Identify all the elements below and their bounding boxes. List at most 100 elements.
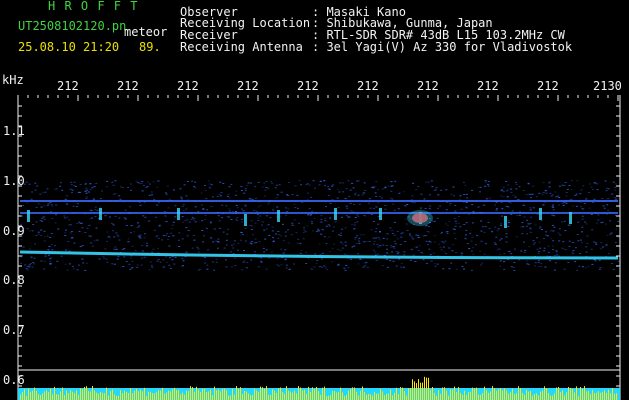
noise-speckle bbox=[451, 250, 454, 252]
level-bar bbox=[100, 392, 101, 400]
noise-speckle bbox=[37, 233, 40, 235]
noise-speckle bbox=[218, 193, 221, 195]
noise-speckle bbox=[527, 223, 530, 225]
noise-speckle bbox=[392, 203, 395, 205]
noise-speckle bbox=[267, 223, 270, 225]
noise-speckle bbox=[265, 228, 268, 230]
noise-speckle bbox=[89, 189, 92, 191]
noise-speckle bbox=[254, 251, 256, 253]
noise-speckle bbox=[39, 193, 42, 195]
noise-speckle bbox=[391, 233, 394, 235]
noise-speckle bbox=[495, 208, 498, 210]
noise-speckle bbox=[445, 189, 448, 191]
noise-speckle bbox=[91, 187, 94, 189]
spectrogram-plot bbox=[17, 95, 621, 400]
noise-speckle bbox=[256, 214, 259, 216]
noise-speckle bbox=[328, 188, 331, 190]
level-bar bbox=[582, 389, 583, 400]
noise-speckle bbox=[91, 217, 94, 219]
noise-speckle bbox=[333, 243, 336, 245]
level-bar bbox=[114, 394, 115, 400]
noise-speckle bbox=[211, 206, 214, 208]
noise-speckle bbox=[379, 231, 381, 232]
noise-speckle bbox=[432, 252, 435, 254]
noise-speckle bbox=[185, 251, 188, 253]
noise-speckle bbox=[263, 251, 266, 253]
noise-speckle bbox=[116, 234, 119, 236]
level-bar bbox=[112, 389, 113, 400]
noise-speckle bbox=[153, 229, 156, 231]
noise-speckle bbox=[118, 217, 121, 219]
level-bar bbox=[298, 386, 299, 400]
noise-speckle bbox=[141, 181, 144, 183]
noise-speckle bbox=[80, 222, 83, 224]
noise-speckle bbox=[386, 266, 389, 268]
carrier-line-middle bbox=[20, 212, 618, 214]
noise-speckle bbox=[452, 186, 455, 188]
noise-speckle bbox=[585, 198, 588, 200]
level-bar bbox=[552, 395, 553, 400]
noise-speckle bbox=[173, 263, 176, 265]
level-bar bbox=[146, 395, 147, 400]
level-bar bbox=[108, 395, 109, 400]
noise-speckle bbox=[268, 234, 271, 236]
level-bar bbox=[378, 393, 379, 400]
noise-speckle bbox=[250, 229, 253, 230]
noise-speckle bbox=[351, 182, 354, 184]
level-bar bbox=[260, 386, 261, 400]
noise-speckle bbox=[257, 266, 260, 268]
noise-speckle bbox=[216, 195, 219, 197]
noise-speckle bbox=[384, 208, 387, 210]
noise-speckle bbox=[75, 206, 78, 208]
noise-speckle bbox=[318, 230, 321, 232]
noise-speckle bbox=[385, 258, 388, 260]
noise-speckle bbox=[267, 188, 270, 190]
noise-speckle bbox=[606, 204, 609, 206]
noise-speckle bbox=[164, 215, 167, 217]
noise-speckle bbox=[297, 238, 300, 240]
noise-speckle bbox=[363, 215, 366, 216]
noise-speckle bbox=[377, 246, 380, 248]
noise-speckle bbox=[314, 253, 317, 255]
noise-speckle bbox=[243, 260, 246, 262]
noise-speckle bbox=[599, 267, 602, 269]
noise-speckle bbox=[472, 253, 475, 255]
noise-speckle bbox=[26, 202, 29, 204]
noise-speckle bbox=[374, 254, 377, 256]
noise-speckle bbox=[515, 236, 518, 238]
noise-speckle bbox=[326, 226, 329, 228]
noise-speckle bbox=[552, 240, 555, 242]
level-bar bbox=[130, 388, 131, 400]
noise-speckle bbox=[288, 268, 291, 270]
noise-speckle bbox=[197, 211, 200, 212]
noise-speckle bbox=[26, 269, 29, 271]
noise-speckle bbox=[354, 217, 357, 218]
noise-speckle bbox=[454, 225, 457, 227]
level-bar bbox=[382, 391, 383, 400]
noise-speckle bbox=[111, 230, 114, 232]
noise-speckle bbox=[285, 207, 287, 209]
noise-speckle bbox=[29, 248, 32, 250]
noise-speckle bbox=[68, 219, 71, 221]
noise-speckle bbox=[270, 251, 273, 253]
noise-speckle bbox=[197, 269, 200, 271]
noise-speckle bbox=[354, 228, 356, 229]
noise-speckle bbox=[203, 235, 205, 237]
noise-speckle bbox=[562, 241, 565, 243]
noise-speckle bbox=[570, 188, 573, 190]
noise-speckle bbox=[143, 237, 146, 239]
noise-speckle bbox=[382, 244, 385, 246]
noise-speckle bbox=[85, 188, 88, 190]
noise-speckle bbox=[143, 256, 146, 258]
level-bar bbox=[570, 387, 571, 400]
level-bar bbox=[106, 387, 107, 400]
noise-speckle bbox=[499, 259, 502, 261]
noise-speckle bbox=[561, 221, 564, 223]
noise-speckle bbox=[539, 227, 542, 229]
noise-speckle bbox=[443, 242, 446, 244]
noise-speckle bbox=[549, 260, 551, 262]
noise-speckle bbox=[99, 206, 102, 208]
noise-speckle bbox=[446, 232, 449, 234]
level-bar bbox=[42, 393, 43, 400]
noise-speckle bbox=[409, 235, 412, 237]
